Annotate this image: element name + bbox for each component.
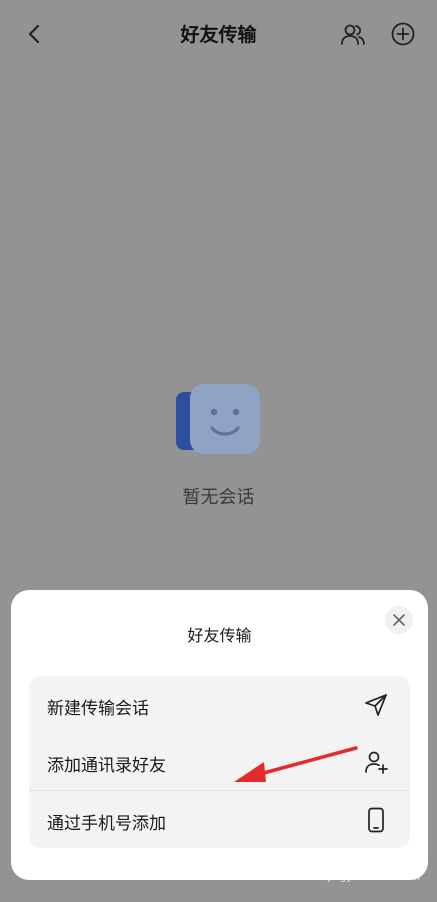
option-label: 新建传输会话	[47, 699, 149, 719]
plus-circle-icon[interactable]	[388, 20, 418, 50]
add-by-phone-option[interactable]: 通过手机号添加	[29, 790, 410, 847]
phone-icon	[363, 807, 389, 833]
bottom-sheet: 好友传输 新建传输会话 添加通讯录好友 通过手机号添加	[11, 590, 428, 880]
add-person-icon	[363, 749, 389, 775]
watermark-url: jingyan.baidu.com	[327, 872, 421, 883]
empty-state-text: 暂无会话	[182, 487, 255, 508]
option-label: 通过手机号添加	[47, 814, 166, 834]
people-icon[interactable]	[338, 20, 368, 50]
option-label: 添加通讯录好友	[47, 756, 166, 776]
watermark-logo: Baidu 经验	[331, 849, 417, 865]
new-transfer-session-option[interactable]: 新建传输会话	[29, 676, 410, 733]
close-button[interactable]	[385, 606, 413, 634]
sheet-title: 好友传输	[187, 626, 252, 645]
close-icon	[393, 614, 405, 626]
navigation-bar: 好友传输	[0, 0, 437, 68]
send-icon	[363, 692, 389, 718]
page-title: 好友传输	[180, 24, 257, 46]
watermark: Baidu 经验 jingyan.baidu.com	[318, 846, 430, 894]
red-arrow-icon	[230, 744, 360, 788]
smiley-chat-icon	[174, 382, 264, 462]
